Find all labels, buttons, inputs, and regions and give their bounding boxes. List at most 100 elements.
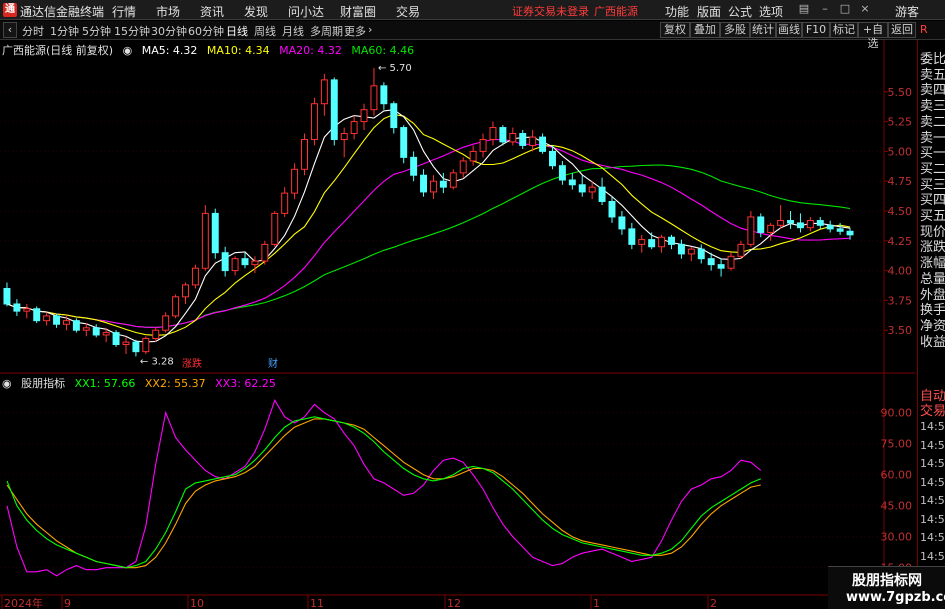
candle-body	[816, 220, 824, 226]
candle-body	[231, 258, 239, 272]
menu-layout[interactable]: 版面	[697, 3, 721, 20]
candle-body	[697, 248, 705, 260]
settings-icon[interactable]: ◉	[123, 44, 133, 57]
menu-market[interactable]: 市场	[156, 3, 180, 20]
candle-body	[767, 224, 775, 233]
xx1-line	[6, 416, 762, 569]
more-chevron-icon[interactable]: ›	[368, 23, 372, 36]
side-time: 14:56	[920, 457, 945, 470]
side-tab[interactable]: 交易	[920, 400, 945, 419]
chart-title: 广西能源(日线 前复权)	[2, 44, 114, 57]
candle-body	[549, 150, 556, 167]
kline-chart[interactable]: 5.50 5.25 5.00 4.75 4.50 4.25 4.00 3.75 3.50 90.0…	[0, 40, 915, 609]
candle-body	[529, 136, 537, 146]
price-tick-label: 3.75	[888, 294, 913, 307]
candle-body	[410, 156, 418, 176]
return-button[interactable]: 返回	[888, 22, 916, 38]
stats-button[interactable]: 统计	[750, 22, 776, 38]
minimize-icon[interactable]: –	[818, 2, 832, 16]
candle-body	[92, 327, 100, 336]
candle-body	[122, 341, 130, 346]
candle-body	[806, 220, 814, 229]
candle-body	[241, 258, 249, 266]
trade-login-notice[interactable]: 证券交易未登录	[512, 3, 589, 19]
user-guest[interactable]: 游客	[895, 3, 919, 20]
price-tick-label: 5.00	[888, 145, 913, 158]
candle-body	[439, 180, 447, 188]
candle-body	[261, 243, 269, 262]
side-time: 14:56	[920, 531, 945, 544]
period-monthly[interactable]: 月线	[282, 23, 304, 39]
xx3-label: XX3: 62.25	[215, 377, 276, 390]
side-time: 14:56	[920, 438, 945, 452]
time-tick-label: 9	[64, 597, 71, 609]
time-tick-label: 12	[447, 597, 461, 609]
multi-stock-button[interactable]: 多股	[720, 22, 750, 38]
draw-line-button[interactable]: 画线	[776, 22, 802, 38]
indicator-lines	[6, 399, 762, 577]
period-1min[interactable]: 1分钟	[50, 23, 79, 39]
period-toolbar: ‹ 分时 1分钟 5分钟 15分钟 30分钟 60分钟 日线 周线 月线 多周期…	[0, 21, 945, 50]
period-daily[interactable]: 日线	[226, 23, 248, 39]
candle-body	[668, 236, 675, 245]
xx1-label: XX1: 57.66	[74, 377, 136, 390]
menu-options[interactable]: 选项	[759, 3, 783, 20]
side-label: 收益	[920, 334, 945, 350]
watermark: 股朋指标网 www.7gpzb.com	[828, 566, 945, 609]
f10-button[interactable]: F10	[802, 22, 830, 38]
candle-body	[648, 239, 656, 248]
period-60min[interactable]: 60分钟	[188, 23, 224, 39]
ma20-line	[6, 138, 851, 328]
candle-body	[628, 228, 636, 245]
price-tick-label: 3.50	[888, 324, 913, 337]
candle-body	[598, 186, 606, 202]
period-intraday[interactable]: 分时	[22, 23, 44, 39]
overlay-button[interactable]: 叠加	[690, 22, 720, 38]
candle-body	[330, 79, 338, 140]
adjust-button[interactable]: 复权	[660, 22, 690, 38]
candle-body	[519, 133, 527, 146]
period-5min[interactable]: 5分钟	[82, 23, 111, 39]
indicator-name[interactable]: 股朋指标	[21, 375, 65, 391]
mark-button[interactable]: 标记	[830, 22, 858, 38]
period-more[interactable]: 更多	[344, 23, 366, 39]
current-stock-name: 广西能源	[594, 5, 638, 18]
indicator-tick-label: 75.00	[881, 438, 913, 451]
candle-body	[82, 327, 90, 331]
back-arrow-icon[interactable]: ‹	[3, 22, 17, 38]
candle-body	[489, 127, 497, 140]
menu-formula[interactable]: 公式	[728, 3, 752, 20]
menu-market-quotes[interactable]: 行情	[112, 3, 136, 20]
side-time: 14:56	[920, 494, 945, 507]
skin-icon[interactable]: ▤	[797, 2, 811, 16]
maximize-icon[interactable]: □	[838, 2, 852, 16]
indicator-settings-icon[interactable]: ◉	[2, 377, 12, 390]
candle-body	[777, 220, 785, 226]
price-tick-label: 5.50	[888, 86, 913, 99]
period-30min[interactable]: 30分钟	[151, 23, 187, 39]
period-15min[interactable]: 15分钟	[114, 23, 150, 39]
menu-wealth-circle[interactable]: 财富圈	[340, 3, 376, 20]
price-tick-label: 4.50	[888, 205, 913, 218]
add-watchlist-button[interactable]: +自选	[858, 22, 888, 50]
candle-body	[182, 284, 189, 298]
menu-ask-xiaoda[interactable]: 问小达	[288, 3, 324, 20]
candle-body	[251, 260, 259, 266]
time-tick-label: 2	[710, 597, 717, 609]
menu-discover[interactable]: 发现	[244, 3, 268, 20]
menu-trade[interactable]: 交易	[396, 3, 420, 20]
time-tick-label: 10	[190, 597, 204, 609]
period-multi[interactable]: 多周期	[310, 23, 343, 39]
candle-body	[717, 264, 725, 269]
sidebar-toggle-icon[interactable]: R	[920, 23, 928, 36]
candle-body	[340, 133, 348, 140]
ma10-line	[6, 113, 851, 336]
period-weekly[interactable]: 周线	[254, 23, 276, 39]
menu-function[interactable]: 功能	[665, 3, 689, 20]
close-icon[interactable]: ×	[858, 2, 872, 16]
candle-body	[72, 320, 80, 331]
candle-body	[836, 228, 844, 232]
ma60-label: MA60: 4.46	[351, 44, 415, 57]
menu-news[interactable]: 资讯	[200, 3, 224, 20]
candle-body	[687, 248, 695, 255]
